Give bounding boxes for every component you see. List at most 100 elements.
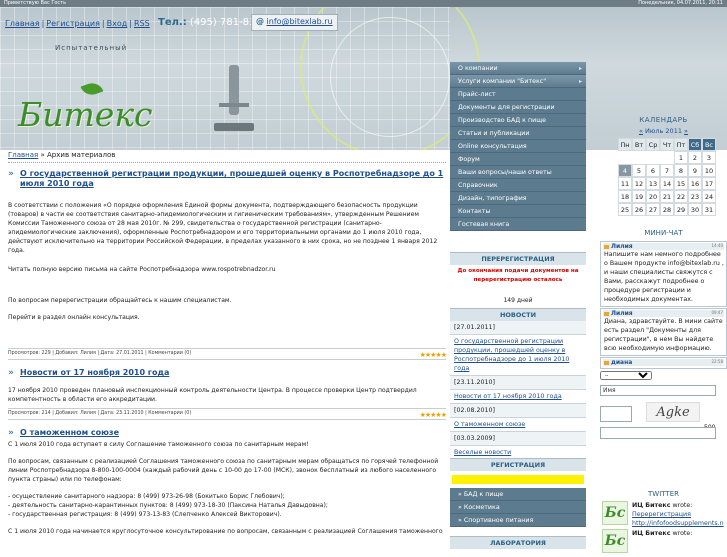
menu-item[interactable]: Гостевая книга [450,218,586,231]
calendar-day[interactable]: 12 [632,177,646,190]
menu-item[interactable]: Услуги компании "Битекс" ▸ [450,75,586,88]
menu-item[interactable]: Контакты [450,205,586,218]
chat-text: Напишите нам немного подробнее о Вашем п… [604,251,724,303]
news-date: [27.01.2011] [450,321,586,335]
menu-item[interactable]: Статьи и публикации [450,127,586,140]
calendar-day[interactable]: 14 [660,177,674,190]
site-logo[interactable]: Битекс [18,95,153,134]
calendar-day[interactable]: 29 [674,203,688,216]
chat-name-input[interactable]: Имя [600,385,716,396]
email-link[interactable]: info@bitexlab.ru [267,17,333,26]
laboratory-title: ЛАБОРАТОРИЯ [450,536,586,549]
menu-item-label: Форум [458,156,480,163]
menu-item[interactable]: Форум [450,153,586,166]
menu-item[interactable]: Online консультация [450,140,586,153]
home-link[interactable]: Главная [5,19,40,28]
header-links: Главная | Регистрация | Вход | RSS [5,19,150,28]
calendar-day[interactable]: 13 [646,177,660,190]
calendar-day[interactable]: 2 [688,151,702,164]
calendar-day[interactable]: 31 [702,203,716,216]
chat-title: МИНИ-ЧАТ [644,229,683,237]
calendar-day[interactable]: 9 [688,164,702,177]
register-link[interactable]: Регистрация [46,19,100,28]
yellow-bar [452,475,584,484]
registration-item[interactable]: » Косметика [450,501,586,514]
calendar-day[interactable]: 23 [688,190,702,203]
calendar-day[interactable]: 11 [618,177,632,190]
menu-item[interactable]: Производство БАД к пище [450,114,586,127]
article-title[interactable]: Новости от 17 ноября 2010 года [20,368,169,377]
menu-item[interactable]: Документы для регистрации [450,101,586,114]
article-title[interactable]: О государственной регистрации продукции,… [20,169,443,188]
calendar-prev[interactable]: « [639,127,643,135]
calendar-day[interactable]: 10 [702,164,716,177]
article-paragraph: Перейти в раздел онлайн консультация. [8,314,140,321]
menu-item-label: О компании [458,65,498,72]
twitter-title: TWITTER [648,490,679,498]
chat-select[interactable]: -- [600,371,652,380]
calendar-day[interactable]: 1 [674,151,688,164]
calendar-day[interactable]: 6 [646,164,660,177]
chat-author[interactable]: Лилия [611,310,633,317]
calendar-day[interactable]: 8 [674,164,688,177]
calendar-day[interactable]: 21 [660,190,674,203]
tweet-url[interactable]: http://infofoodsupplements.n [632,519,727,528]
calendar-day[interactable]: 7 [660,164,674,177]
registration-item[interactable]: » Спортивное питания [450,514,586,527]
calendar-day[interactable]: 28 [660,203,674,216]
calendar-day[interactable]: 16 [688,177,702,190]
rating-stars-icon[interactable]: ★★★★★ [420,410,446,420]
calendar-day[interactable]: 24 [702,190,716,203]
calendar-day[interactable]: 19 [632,190,646,203]
article: О таможенном союзе С 1 июля 2010 года вс… [8,428,446,536]
twitter-avatar: Бс [602,501,628,525]
tweet-link[interactable]: Перерегистрация [632,510,727,519]
calendar-day[interactable]: 25 [618,203,632,216]
calendar-day[interactable]: 20 [646,190,660,203]
tweet: Бс ИЦ Битекс wrote: Перерегистрация http… [600,501,727,527]
calendar-day[interactable]: 27 [646,203,660,216]
menu-item[interactable]: Ваши вопросы/наши ответы [450,166,586,179]
rss-link[interactable]: RSS [134,19,150,28]
calendar-weekday: Вт [632,138,646,151]
calendar-day[interactable]: 3 [702,151,716,164]
chat-message: диана 22:58 [600,357,727,369]
email-box: @ info@bitexlab.ru [251,14,338,31]
news-link[interactable]: Веселые новости [454,449,511,456]
calendar-day[interactable]: 4 [618,164,632,177]
calendar-day[interactable]: 22 [674,190,688,203]
breadcrumb-home[interactable]: Главная [8,151,38,159]
calendar-day[interactable]: 17 [702,177,716,190]
calendar-next[interactable]: » [684,127,688,135]
breadcrumb-sep: » [40,151,45,159]
login-link[interactable]: Вход [107,19,128,28]
calendar-day[interactable]: 30 [688,203,702,216]
menu-item-label: Статьи и публикации [458,130,530,137]
twitter-avatar: Бс [602,529,628,553]
chat-message-input[interactable] [600,427,716,439]
news-link[interactable]: Новости от 17 ноября 2010 года [454,393,562,400]
calendar-day[interactable]: 18 [618,190,632,203]
calendar-day[interactable]: 5 [632,164,646,177]
menu-item[interactable]: О компании ▸ [450,62,586,75]
chat-author[interactable]: Лилия [611,243,633,250]
registration-title: РЕГИСТРАЦИЯ [450,458,586,471]
calendar-weekday: Чт [660,138,674,151]
rating-stars-icon[interactable]: ★★★★★ [420,350,446,360]
calendar-day[interactable]: 26 [632,203,646,216]
calendar-weekday: Ср [646,138,660,151]
registration-item[interactable]: » БАД к пище [450,488,586,501]
menu-item[interactable]: Прайс-лист [450,88,586,101]
article-paragraph: Читать полную версию письма на сайте Рос… [8,266,276,273]
chat-author[interactable]: диана [611,359,632,366]
calendar-weekday: Пт [674,138,688,151]
captcha-input[interactable] [600,406,632,422]
article-title[interactable]: О таможенном союзе [20,428,119,437]
phone-label: Тел.: [158,17,187,28]
top-bar: Приветствую Вас Гость Понедельник, 04.07… [0,0,727,7]
menu-item[interactable]: Справочник [450,179,586,192]
news-link[interactable]: О таможенном союзе [454,421,525,428]
calendar-day[interactable]: 15 [674,177,688,190]
news-link[interactable]: О государственной регистрации продукции,… [454,338,569,372]
menu-item[interactable]: Дизайн, типография [450,192,586,205]
